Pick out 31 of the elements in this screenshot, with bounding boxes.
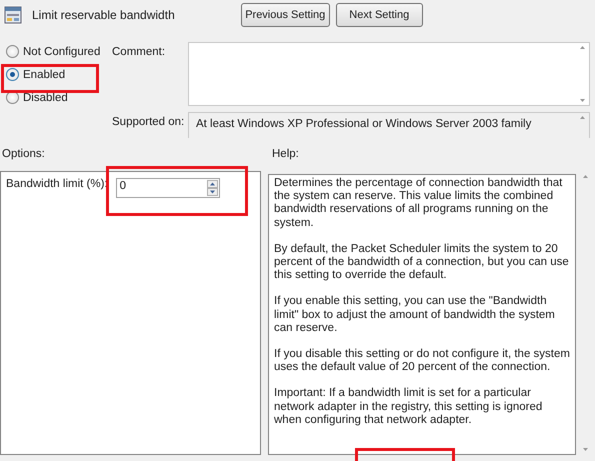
comment-label: Comment: [112, 45, 166, 60]
radio-button[interactable] [6, 68, 19, 81]
comment-field[interactable] [188, 42, 590, 106]
help-heading: Help: [272, 148, 299, 162]
help-paragraph: If you enable this setting, you can use the "Bandwidth limit" box to adjust the amount of bandwidth the system can reserve. [274, 295, 556, 336]
field-label: Bandwidth limit (%): [6, 178, 108, 192]
scroll-up-icon[interactable] [580, 116, 584, 119]
spin-arrows-icon[interactable] [206, 180, 218, 196]
radio-option[interactable]: Disabled [6, 91, 106, 104]
radio-label: Not Configured [23, 46, 100, 58]
help-paragraph: Important: If a bandwidth limit is set for a particular network adapter in the registry, this setting is ignored when configuring that network adapter. [274, 387, 544, 428]
scroll-down-icon[interactable] [582, 448, 588, 451]
supported-text: At least Windows XP Professional or Windows Server 2003 family [195, 117, 532, 132]
options-heading: Options: [1, 148, 46, 162]
scroll-up-icon[interactable] [580, 46, 584, 49]
scroll-down-icon[interactable] [580, 99, 584, 102]
window-title: Limit reservable bandwidth [32, 8, 175, 22]
radio-option[interactable]: Enabled [6, 68, 106, 81]
policy-icon [4, 6, 22, 24]
radio-option[interactable]: Not Configured [6, 45, 106, 58]
nav-button[interactable]: Next Setting [336, 3, 423, 27]
supported-label: Supported on: [112, 115, 186, 130]
radio-label: Disabled [23, 92, 68, 104]
nav-button[interactable]: Previous Setting [240, 3, 330, 27]
radio-button[interactable] [6, 45, 19, 58]
spin-field[interactable]: 0 [116, 178, 220, 198]
help-paragraph: By default, the Packet Scheduler limits the system to 20 percent of the bandwidth of a connection, but you can use this setting to override the default. [274, 242, 570, 282]
scroll-up-icon[interactable] [582, 175, 588, 178]
radio-label: Enabled [23, 68, 66, 80]
help-paragraph: If you disable this setting or do not configure it, the system uses the default value of 20 percent of the connection. [274, 348, 570, 374]
help-paragraph: Determines the percentage of connection bandwidth that the system can reserve. This value limits the combined bandwidth reservations of all programs running on the system. [274, 177, 564, 230]
